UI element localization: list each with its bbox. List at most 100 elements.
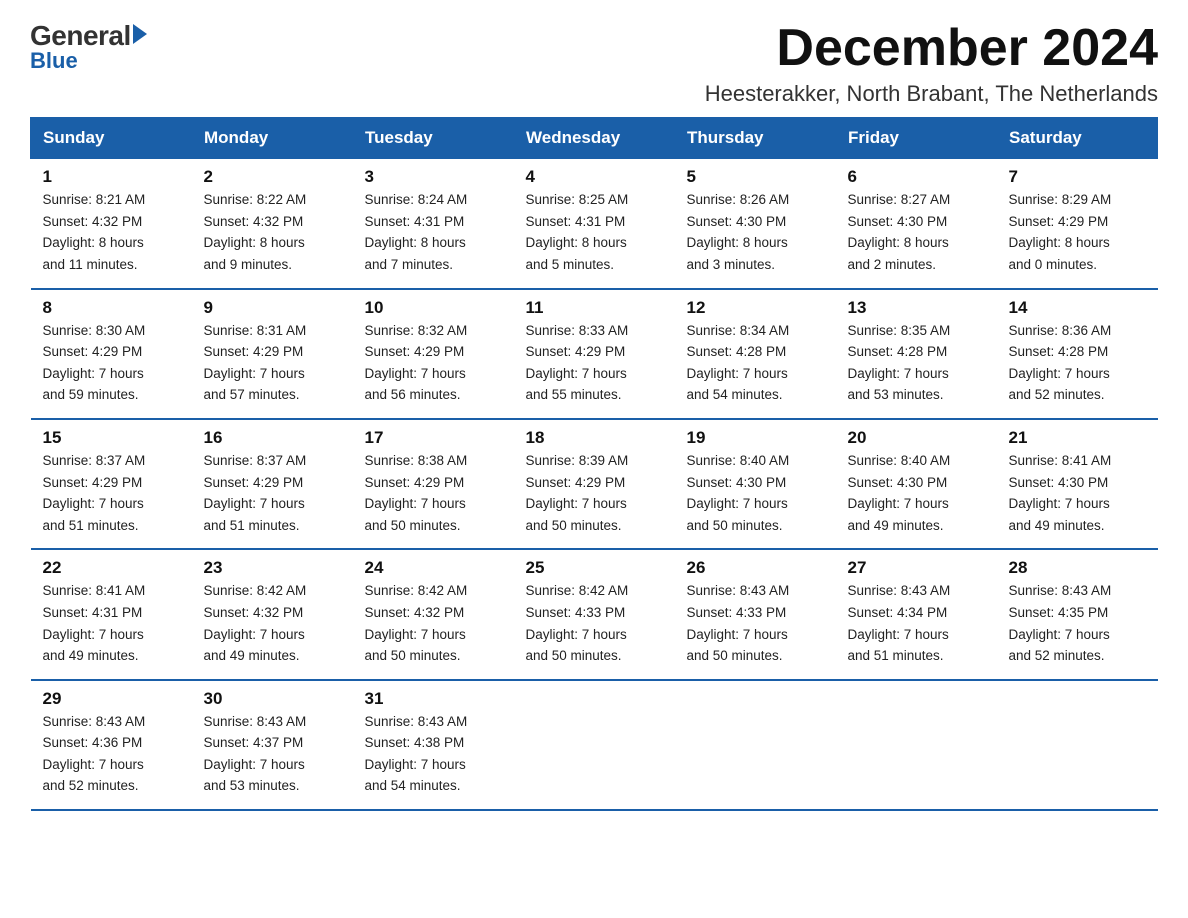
calendar-cell: 9Sunrise: 8:31 AM Sunset: 4:29 PM Daylig… xyxy=(192,289,353,419)
calendar-cell: 18Sunrise: 8:39 AM Sunset: 4:29 PM Dayli… xyxy=(514,419,675,549)
day-info: Sunrise: 8:40 AM Sunset: 4:30 PM Dayligh… xyxy=(848,450,985,536)
day-info: Sunrise: 8:21 AM Sunset: 4:32 PM Dayligh… xyxy=(43,189,180,275)
calendar-cell: 7Sunrise: 8:29 AM Sunset: 4:29 PM Daylig… xyxy=(997,159,1158,289)
day-number: 26 xyxy=(687,558,824,578)
day-number: 21 xyxy=(1009,428,1146,448)
calendar-cell: 21Sunrise: 8:41 AM Sunset: 4:30 PM Dayli… xyxy=(997,419,1158,549)
day-info: Sunrise: 8:43 AM Sunset: 4:33 PM Dayligh… xyxy=(687,580,824,666)
calendar-cell: 23Sunrise: 8:42 AM Sunset: 4:32 PM Dayli… xyxy=(192,549,353,679)
calendar-cell: 30Sunrise: 8:43 AM Sunset: 4:37 PM Dayli… xyxy=(192,680,353,810)
calendar-table: SundayMondayTuesdayWednesdayThursdayFrid… xyxy=(30,117,1158,811)
day-number: 22 xyxy=(43,558,180,578)
calendar-cell: 28Sunrise: 8:43 AM Sunset: 4:35 PM Dayli… xyxy=(997,549,1158,679)
day-number: 28 xyxy=(1009,558,1146,578)
calendar-cell: 25Sunrise: 8:42 AM Sunset: 4:33 PM Dayli… xyxy=(514,549,675,679)
day-info: Sunrise: 8:43 AM Sunset: 4:36 PM Dayligh… xyxy=(43,711,180,797)
calendar-cell xyxy=(997,680,1158,810)
column-header-thursday: Thursday xyxy=(675,118,836,159)
calendar-cell: 19Sunrise: 8:40 AM Sunset: 4:30 PM Dayli… xyxy=(675,419,836,549)
title-area: December 2024 Heesterakker, North Braban… xyxy=(705,20,1158,107)
day-number: 11 xyxy=(526,298,663,318)
calendar-cell: 12Sunrise: 8:34 AM Sunset: 4:28 PM Dayli… xyxy=(675,289,836,419)
calendar-cell xyxy=(836,680,997,810)
day-info: Sunrise: 8:43 AM Sunset: 4:34 PM Dayligh… xyxy=(848,580,985,666)
calendar-cell: 10Sunrise: 8:32 AM Sunset: 4:29 PM Dayli… xyxy=(353,289,514,419)
column-header-sunday: Sunday xyxy=(31,118,192,159)
calendar-cell: 5Sunrise: 8:26 AM Sunset: 4:30 PM Daylig… xyxy=(675,159,836,289)
day-number: 3 xyxy=(365,167,502,187)
day-number: 1 xyxy=(43,167,180,187)
day-number: 27 xyxy=(848,558,985,578)
calendar-cell: 31Sunrise: 8:43 AM Sunset: 4:38 PM Dayli… xyxy=(353,680,514,810)
day-number: 14 xyxy=(1009,298,1146,318)
day-number: 8 xyxy=(43,298,180,318)
calendar-cell: 29Sunrise: 8:43 AM Sunset: 4:36 PM Dayli… xyxy=(31,680,192,810)
day-info: Sunrise: 8:36 AM Sunset: 4:28 PM Dayligh… xyxy=(1009,320,1146,406)
calendar-cell: 22Sunrise: 8:41 AM Sunset: 4:31 PM Dayli… xyxy=(31,549,192,679)
calendar-cell: 4Sunrise: 8:25 AM Sunset: 4:31 PM Daylig… xyxy=(514,159,675,289)
day-number: 23 xyxy=(204,558,341,578)
calendar-cell: 8Sunrise: 8:30 AM Sunset: 4:29 PM Daylig… xyxy=(31,289,192,419)
day-info: Sunrise: 8:32 AM Sunset: 4:29 PM Dayligh… xyxy=(365,320,502,406)
day-info: Sunrise: 8:25 AM Sunset: 4:31 PM Dayligh… xyxy=(526,189,663,275)
day-info: Sunrise: 8:37 AM Sunset: 4:29 PM Dayligh… xyxy=(43,450,180,536)
day-number: 19 xyxy=(687,428,824,448)
calendar-cell xyxy=(514,680,675,810)
day-info: Sunrise: 8:34 AM Sunset: 4:28 PM Dayligh… xyxy=(687,320,824,406)
calendar-cell: 3Sunrise: 8:24 AM Sunset: 4:31 PM Daylig… xyxy=(353,159,514,289)
day-info: Sunrise: 8:29 AM Sunset: 4:29 PM Dayligh… xyxy=(1009,189,1146,275)
calendar-cell: 27Sunrise: 8:43 AM Sunset: 4:34 PM Dayli… xyxy=(836,549,997,679)
logo: General Blue xyxy=(30,20,147,74)
day-number: 31 xyxy=(365,689,502,709)
day-info: Sunrise: 8:42 AM Sunset: 4:32 PM Dayligh… xyxy=(204,580,341,666)
main-title: December 2024 xyxy=(705,20,1158,77)
day-number: 5 xyxy=(687,167,824,187)
day-info: Sunrise: 8:27 AM Sunset: 4:30 PM Dayligh… xyxy=(848,189,985,275)
calendar-cell: 17Sunrise: 8:38 AM Sunset: 4:29 PM Dayli… xyxy=(353,419,514,549)
day-info: Sunrise: 8:35 AM Sunset: 4:28 PM Dayligh… xyxy=(848,320,985,406)
day-number: 6 xyxy=(848,167,985,187)
day-info: Sunrise: 8:30 AM Sunset: 4:29 PM Dayligh… xyxy=(43,320,180,406)
day-number: 24 xyxy=(365,558,502,578)
calendar-cell: 2Sunrise: 8:22 AM Sunset: 4:32 PM Daylig… xyxy=(192,159,353,289)
day-number: 25 xyxy=(526,558,663,578)
day-number: 17 xyxy=(365,428,502,448)
calendar-cell: 16Sunrise: 8:37 AM Sunset: 4:29 PM Dayli… xyxy=(192,419,353,549)
day-info: Sunrise: 8:43 AM Sunset: 4:37 PM Dayligh… xyxy=(204,711,341,797)
header: General Blue December 2024 Heesterakker,… xyxy=(30,20,1158,107)
day-number: 4 xyxy=(526,167,663,187)
calendar-cell: 1Sunrise: 8:21 AM Sunset: 4:32 PM Daylig… xyxy=(31,159,192,289)
day-number: 7 xyxy=(1009,167,1146,187)
calendar-cell: 24Sunrise: 8:42 AM Sunset: 4:32 PM Dayli… xyxy=(353,549,514,679)
column-header-saturday: Saturday xyxy=(997,118,1158,159)
column-header-friday: Friday xyxy=(836,118,997,159)
day-number: 29 xyxy=(43,689,180,709)
subtitle: Heesterakker, North Brabant, The Netherl… xyxy=(705,81,1158,107)
day-info: Sunrise: 8:26 AM Sunset: 4:30 PM Dayligh… xyxy=(687,189,824,275)
day-info: Sunrise: 8:43 AM Sunset: 4:35 PM Dayligh… xyxy=(1009,580,1146,666)
calendar-header-row: SundayMondayTuesdayWednesdayThursdayFrid… xyxy=(31,118,1158,159)
calendar-week-row: 29Sunrise: 8:43 AM Sunset: 4:36 PM Dayli… xyxy=(31,680,1158,810)
calendar-header: SundayMondayTuesdayWednesdayThursdayFrid… xyxy=(31,118,1158,159)
calendar-week-row: 15Sunrise: 8:37 AM Sunset: 4:29 PM Dayli… xyxy=(31,419,1158,549)
calendar-week-row: 8Sunrise: 8:30 AM Sunset: 4:29 PM Daylig… xyxy=(31,289,1158,419)
day-info: Sunrise: 8:22 AM Sunset: 4:32 PM Dayligh… xyxy=(204,189,341,275)
column-header-wednesday: Wednesday xyxy=(514,118,675,159)
calendar-cell: 14Sunrise: 8:36 AM Sunset: 4:28 PM Dayli… xyxy=(997,289,1158,419)
day-info: Sunrise: 8:42 AM Sunset: 4:32 PM Dayligh… xyxy=(365,580,502,666)
day-number: 13 xyxy=(848,298,985,318)
day-info: Sunrise: 8:40 AM Sunset: 4:30 PM Dayligh… xyxy=(687,450,824,536)
calendar-cell: 6Sunrise: 8:27 AM Sunset: 4:30 PM Daylig… xyxy=(836,159,997,289)
day-info: Sunrise: 8:43 AM Sunset: 4:38 PM Dayligh… xyxy=(365,711,502,797)
day-number: 9 xyxy=(204,298,341,318)
day-info: Sunrise: 8:33 AM Sunset: 4:29 PM Dayligh… xyxy=(526,320,663,406)
day-info: Sunrise: 8:37 AM Sunset: 4:29 PM Dayligh… xyxy=(204,450,341,536)
day-number: 16 xyxy=(204,428,341,448)
day-number: 30 xyxy=(204,689,341,709)
calendar-cell xyxy=(675,680,836,810)
day-number: 2 xyxy=(204,167,341,187)
day-number: 12 xyxy=(687,298,824,318)
logo-arrow-icon xyxy=(133,24,147,44)
calendar-cell: 15Sunrise: 8:37 AM Sunset: 4:29 PM Dayli… xyxy=(31,419,192,549)
calendar-body: 1Sunrise: 8:21 AM Sunset: 4:32 PM Daylig… xyxy=(31,159,1158,810)
